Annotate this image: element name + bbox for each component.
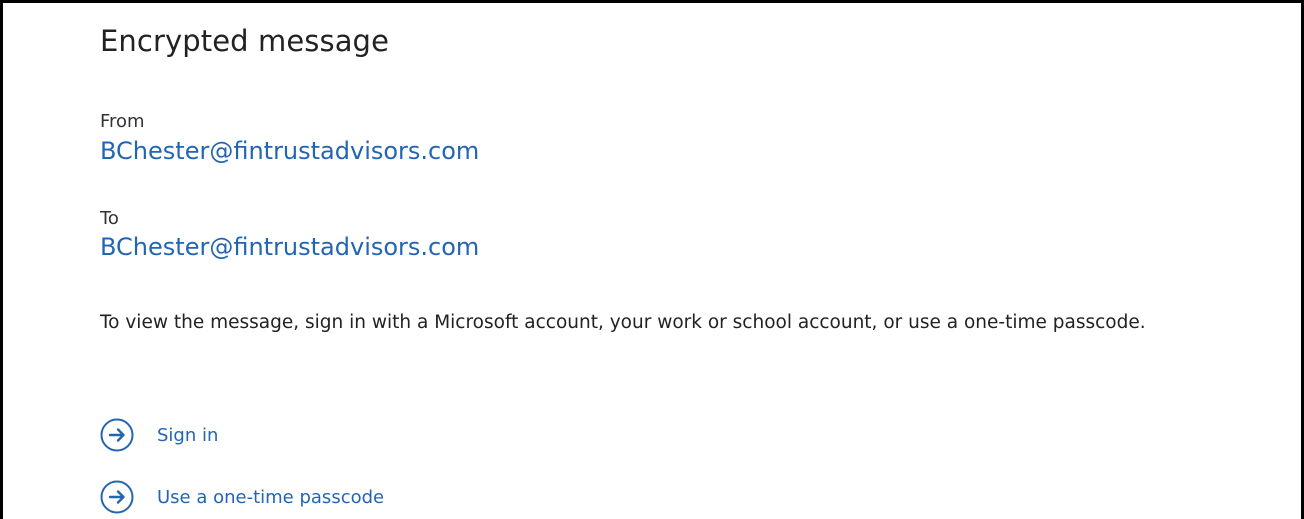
page-title: Encrypted message xyxy=(100,24,390,58)
arrow-right-circle-icon xyxy=(100,418,134,452)
sign-in-button[interactable]: Sign in xyxy=(100,416,218,454)
instructions-text: To view the message, sign in with a Micr… xyxy=(100,312,1146,333)
from-label: From xyxy=(100,111,145,132)
message-frame: Encrypted message From BChester@fintrust… xyxy=(0,0,1304,519)
sign-in-label: Sign in xyxy=(157,424,219,446)
to-label: To xyxy=(100,208,119,229)
arrow-right-circle-icon xyxy=(100,480,134,514)
to-address-link[interactable]: BChester@fintrustadvisors.com xyxy=(100,233,479,261)
from-address-link[interactable]: BChester@fintrustadvisors.com xyxy=(100,137,479,165)
one-time-passcode-label: Use a one-time passcode xyxy=(157,486,385,508)
one-time-passcode-button[interactable]: Use a one-time passcode xyxy=(100,478,384,516)
